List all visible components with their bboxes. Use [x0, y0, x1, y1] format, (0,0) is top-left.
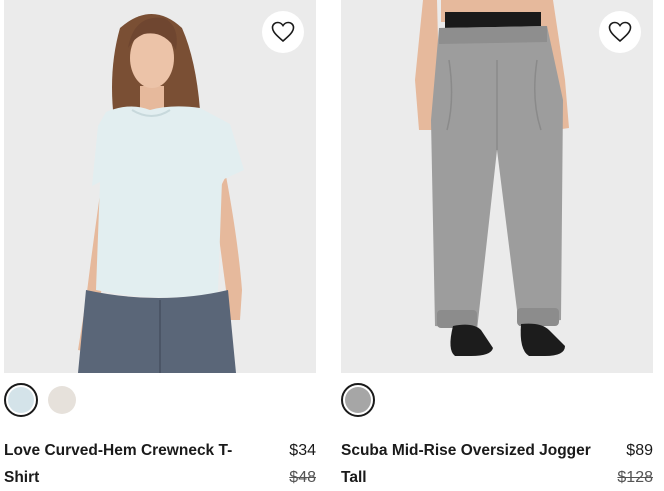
sale-price: $89 — [626, 442, 653, 459]
product-grid: Love Curved-Hem Crewneck T-Shirt $34 $48 — [0, 0, 664, 491]
price-block: $89 $128 — [617, 437, 653, 491]
product-title[interactable]: Love Curved-Hem Crewneck T-Shirt — [4, 437, 254, 491]
color-swatch-beige[interactable] — [45, 383, 79, 417]
swatch-color — [8, 387, 34, 413]
product-image[interactable] — [4, 0, 316, 373]
model-jogger-photo — [341, 0, 653, 373]
heart-icon — [271, 21, 295, 43]
heart-icon — [608, 21, 632, 43]
color-swatches — [341, 383, 375, 417]
original-price: $128 — [617, 469, 653, 486]
color-swatch-light-blue[interactable] — [4, 383, 38, 417]
product-card: Love Curved-Hem Crewneck T-Shirt $34 $48 — [4, 0, 316, 491]
swatch-color — [48, 386, 76, 414]
wishlist-button[interactable] — [262, 11, 304, 53]
price-block: $34 $48 — [289, 437, 316, 491]
product-title[interactable]: Scuba Mid-Rise Oversized Jogger Tall — [341, 437, 591, 491]
color-swatches — [4, 383, 79, 417]
sale-price: $34 — [289, 442, 316, 459]
wishlist-button[interactable] — [599, 11, 641, 53]
original-price: $48 — [289, 469, 316, 486]
product-image[interactable] — [341, 0, 653, 373]
color-swatch-heathered-grey[interactable] — [341, 383, 375, 417]
model-tshirt-photo — [4, 0, 316, 373]
swatch-color — [345, 387, 371, 413]
product-card: Scuba Mid-Rise Oversized Jogger Tall $89… — [341, 0, 653, 491]
